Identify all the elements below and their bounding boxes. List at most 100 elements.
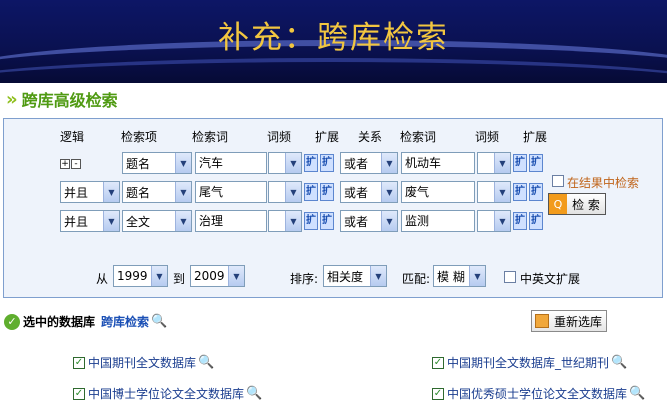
chevron-down-icon: ▼ [285, 153, 301, 173]
expand-icon[interactable]: 扩 [529, 212, 543, 230]
search-icon: 🔍 [246, 386, 263, 400]
header-logic: 逻辑 [60, 130, 85, 144]
term-input-3[interactable]: 治理 [195, 210, 267, 232]
term2-input-2[interactable]: 废气 [401, 181, 475, 203]
expand-icon[interactable]: 扩 [320, 183, 334, 201]
expand-icon[interactable]: 扩 [529, 183, 543, 201]
checked-checkbox-icon: ✓ [73, 387, 85, 400]
database-item[interactable]: ✓ 中国优秀硕士学位论文全文数据库 🔍 [432, 385, 645, 400]
search-icon: 🔍 [629, 386, 646, 400]
search-icon: 🔍 [198, 355, 215, 370]
expand-icon[interactable]: 扩 [529, 154, 543, 172]
chevron-down-icon: ▼ [381, 153, 397, 173]
field-select-3[interactable]: 全文 ▼ [122, 210, 192, 232]
search-in-results-checkbox[interactable] [552, 175, 564, 187]
year-from-select[interactable]: 1999 ▼ [113, 265, 168, 287]
chevron-down-icon: ▼ [494, 182, 510, 202]
freq-select-2[interactable]: ▼ [268, 181, 302, 203]
expand-icon[interactable]: 扩 [304, 154, 318, 172]
from-label: 从 [96, 272, 109, 286]
cn-en-expand-checkbox[interactable] [504, 271, 516, 283]
relation-select-2[interactable]: 或者 ▼ [340, 181, 398, 203]
section-header: » 跨库高级检索 [6, 88, 118, 111]
freq2-select-2[interactable]: ▼ [477, 181, 511, 203]
cross-db-search-link[interactable]: 跨库检索 [101, 313, 149, 330]
relation-select-3[interactable]: 或者 ▼ [340, 210, 398, 232]
header-relation: 关系 [358, 130, 383, 144]
header-term2: 检索词 [400, 130, 437, 144]
relation-select-1[interactable]: 或者 ▼ [340, 152, 398, 174]
chevron-down-icon: ▼ [469, 266, 485, 286]
section-title: 跨库高级检索 [21, 91, 118, 110]
term2-input-1[interactable]: 机动车 [401, 152, 475, 174]
freq2-select-3[interactable]: ▼ [477, 210, 511, 232]
header-freq: 词频 [267, 130, 292, 144]
checked-checkbox-icon: ✓ [432, 387, 444, 400]
remove-row-button[interactable]: - [71, 159, 81, 169]
database-item[interactable]: ✓ 中国期刊全文数据库 🔍 [73, 354, 214, 371]
check-circle-icon: ✓ [4, 313, 20, 330]
field-select-2[interactable]: 题名 ▼ [122, 181, 192, 203]
reselect-icon [535, 314, 549, 328]
expand-icon[interactable]: 扩 [513, 183, 527, 201]
selected-databases-header: ✓ 选中的数据库 跨库检索 🔍 [4, 313, 167, 330]
chevron-down-icon: ▼ [175, 182, 191, 202]
cn-en-expand-label: 中英文扩展 [520, 272, 581, 286]
slide-title: 补充：跨库检索 [218, 20, 449, 56]
search-icon: 🔍 [611, 355, 628, 370]
sort-select[interactable]: 相关度 ▼ [323, 265, 387, 287]
term2-input-3[interactable]: 监测 [401, 210, 475, 232]
database-item[interactable]: ✓ 中国博士学位论文全文数据库 🔍 [73, 385, 262, 400]
expand-icon[interactable]: 扩 [320, 212, 334, 230]
year-to-select[interactable]: 2009 ▼ [190, 265, 245, 287]
sort-label: 排序: [290, 272, 319, 286]
database-item[interactable]: ✓ 中国期刊全文数据库_世纪期刊 🔍 [432, 354, 627, 371]
slide-banner: 补充：跨库检索 [0, 0, 667, 83]
expand-icon[interactable]: 扩 [320, 154, 334, 172]
chevron-down-icon: ▼ [175, 211, 191, 231]
add-remove-row: + - [60, 155, 82, 169]
expand-icon[interactable]: 扩 [513, 154, 527, 172]
expand-icon[interactable]: 扩 [304, 212, 318, 230]
chevron-icon: » [6, 88, 17, 110]
term-input-1[interactable]: 汽车 [195, 152, 267, 174]
header-expand2: 扩展 [523, 130, 548, 144]
logic-select-2[interactable]: 并且 ▼ [60, 181, 120, 203]
logic-select-3[interactable]: 并且 ▼ [60, 210, 120, 232]
to-label: 到 [173, 272, 186, 286]
header-term: 检索词 [192, 130, 229, 144]
chevron-down-icon: ▼ [370, 266, 386, 286]
chevron-down-icon: ▼ [103, 211, 119, 231]
freq-select-3[interactable]: ▼ [268, 210, 302, 232]
freq-select-1[interactable]: ▼ [268, 152, 302, 174]
chevron-down-icon: ▼ [494, 211, 510, 231]
chevron-down-icon: ▼ [381, 211, 397, 231]
add-row-button[interactable]: + [60, 159, 70, 169]
header-field: 检索项 [121, 130, 158, 144]
search-button[interactable]: Q 检 索 [548, 193, 606, 215]
checked-checkbox-icon: ✓ [73, 356, 85, 369]
checked-checkbox-icon: ✓ [432, 356, 444, 369]
chevron-down-icon: ▼ [103, 182, 119, 202]
chevron-down-icon: ▼ [228, 266, 244, 286]
chevron-down-icon: ▼ [175, 153, 191, 173]
chevron-down-icon: ▼ [494, 153, 510, 173]
expand-icon[interactable]: 扩 [304, 183, 318, 201]
header-freq2: 词频 [475, 130, 500, 144]
field-select-1[interactable]: 题名 ▼ [122, 152, 192, 174]
chevron-down-icon: ▼ [285, 211, 301, 231]
match-select[interactable]: 模 糊 ▼ [433, 265, 486, 287]
match-label: 匹配: [402, 272, 431, 286]
reselect-databases-button[interactable]: 重新选库 [531, 310, 607, 332]
selected-databases-title: 选中的数据库 [23, 315, 96, 329]
search-in-results-label: 在结果中检索 [567, 176, 640, 190]
chevron-down-icon: ▼ [381, 182, 397, 202]
term-input-2[interactable]: 尾气 [195, 181, 267, 203]
search-icon: Q [549, 194, 567, 214]
header-expand: 扩展 [315, 130, 340, 144]
chevron-down-icon: ▼ [151, 266, 167, 286]
freq2-select-1[interactable]: ▼ [477, 152, 511, 174]
search-icon[interactable]: 🔍 [151, 314, 167, 329]
expand-icon[interactable]: 扩 [513, 212, 527, 230]
chevron-down-icon: ▼ [285, 182, 301, 202]
